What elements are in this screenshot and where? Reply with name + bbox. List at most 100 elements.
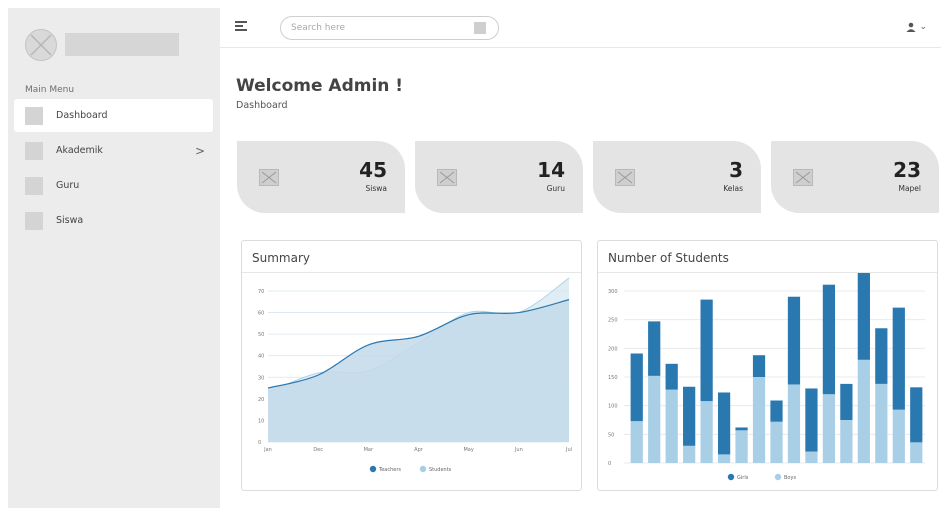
image-placeholder-icon	[793, 169, 813, 186]
sidebar: Main Menu Dashboard Akademik > Guru Sisw…	[8, 8, 220, 508]
stat-label: Kelas	[723, 184, 743, 193]
sidebar-item-siswa[interactable]: Siswa	[14, 204, 213, 237]
top-bar: ⌄	[220, 8, 941, 48]
bar-boys	[717, 454, 731, 463]
bar-boys	[648, 375, 661, 463]
sidebar-item-dashboard[interactable]: Dashboard	[14, 99, 213, 132]
y-tick-label: 50	[258, 332, 264, 338]
series-area-teachers	[268, 299, 569, 442]
sidebar-item-label: Dashboard	[56, 110, 108, 121]
bar-boys	[665, 389, 678, 463]
bar-boys	[892, 409, 905, 463]
bar-girls	[892, 307, 905, 410]
legend-label: Teachers	[378, 467, 401, 473]
bar-boys	[910, 442, 923, 463]
bar-boys	[700, 401, 713, 463]
stat-card-kelas[interactable]: 3 Kelas	[593, 141, 761, 213]
bar-girls	[735, 427, 748, 431]
summary-area-chart: 0 10 20 30 40 50 60 70 Jan Dec Mar Apr May Jun Jul Teac…	[258, 277, 572, 473]
logo-placeholder-icon	[25, 29, 57, 61]
y-tick-label: 30	[258, 375, 264, 381]
chart-title: Number of Students	[608, 251, 729, 265]
stat-label: Siswa	[365, 184, 387, 193]
search-icon[interactable]	[474, 22, 486, 34]
y-tick-label: 60	[258, 311, 264, 317]
stat-value: 23	[893, 158, 921, 182]
bar-boys	[875, 383, 888, 463]
bar-girls	[875, 328, 888, 384]
legend-label: Girls	[737, 475, 749, 481]
dashboard-icon	[25, 106, 43, 125]
bar-boys	[752, 377, 766, 463]
bar-boys	[857, 359, 870, 463]
bar-girls	[840, 383, 853, 420]
image-placeholder-icon	[615, 169, 635, 186]
bar-boys	[683, 445, 696, 463]
legend-marker	[774, 473, 782, 481]
search-input[interactable]	[291, 20, 471, 36]
bar-boys	[805, 451, 818, 463]
legend-marker	[419, 465, 427, 473]
legend-marker	[369, 465, 377, 473]
y-tick-label: 100	[608, 404, 618, 410]
search-box	[280, 16, 499, 40]
menu-title: Main Menu	[25, 85, 75, 95]
y-tick-label: 150	[608, 375, 618, 381]
bar-girls	[770, 400, 783, 422]
sidebar-item-label: Akademik	[56, 145, 103, 156]
sidebar-item-label: Siswa	[56, 215, 84, 226]
x-tick-label: May	[463, 447, 473, 453]
bar-girls	[857, 273, 870, 360]
stat-value: 14	[537, 158, 565, 182]
x-tick-label: Jul	[565, 447, 572, 453]
x-tick-label: Dec	[313, 447, 323, 453]
bar-girls	[665, 363, 678, 390]
bar-girls	[822, 284, 836, 395]
stat-value: 3	[729, 158, 743, 182]
stat-card-guru[interactable]: 14 Guru	[415, 141, 583, 213]
y-tick-label: 200	[608, 346, 618, 352]
chevron-down-icon: ⌄	[919, 22, 927, 32]
bar-boys	[735, 430, 748, 463]
students-bar-chart: 0 50 100 150 200 250 300 Girls Boys	[608, 273, 925, 481]
guru-icon	[25, 176, 43, 195]
y-tick-label: 0	[608, 461, 611, 467]
image-placeholder-icon	[259, 169, 279, 186]
y-tick-label: 40	[258, 354, 264, 360]
stat-card-siswa[interactable]: 45 Siswa	[237, 141, 405, 213]
bar-girls	[787, 296, 801, 385]
image-placeholder-icon	[437, 169, 457, 186]
akademik-icon	[25, 141, 43, 160]
stat-card-mapel[interactable]: 23 Mapel	[771, 141, 939, 213]
chevron-right-icon: >	[194, 143, 205, 158]
y-tick-label: 250	[608, 318, 618, 324]
breadcrumb: Dashboard	[236, 100, 288, 111]
x-tick-label: Jun	[514, 447, 523, 453]
user-icon	[906, 22, 916, 32]
y-tick-label: 50	[608, 432, 614, 438]
logo-text-placeholder	[65, 33, 179, 56]
bar-girls	[805, 388, 818, 452]
sidebar-item-guru[interactable]: Guru	[14, 169, 213, 202]
bar-girls	[752, 355, 766, 377]
legend-label: Students	[429, 467, 452, 473]
bar-girls	[630, 353, 643, 422]
stat-value: 45	[359, 158, 387, 182]
stat-label: Mapel	[898, 184, 921, 193]
y-tick-label: 10	[258, 418, 264, 424]
user-menu[interactable]: ⌄	[906, 22, 927, 32]
y-tick-label: 300	[608, 289, 618, 295]
bar-boys	[787, 384, 801, 463]
bar-boys	[840, 420, 853, 463]
sidebar-item-akademik[interactable]: Akademik >	[14, 134, 213, 167]
x-tick-label: Apr	[414, 447, 424, 453]
bar-boys	[770, 421, 783, 463]
y-tick-label: 20	[258, 397, 264, 403]
page-title: Welcome Admin !	[236, 76, 404, 96]
hamburger-menu-icon[interactable]	[235, 21, 247, 32]
sidebar-item-label: Guru	[56, 180, 80, 191]
y-tick-label: 70	[258, 289, 264, 295]
bar-girls	[648, 321, 661, 376]
bar-girls	[700, 299, 713, 402]
bar-girls	[683, 386, 696, 446]
